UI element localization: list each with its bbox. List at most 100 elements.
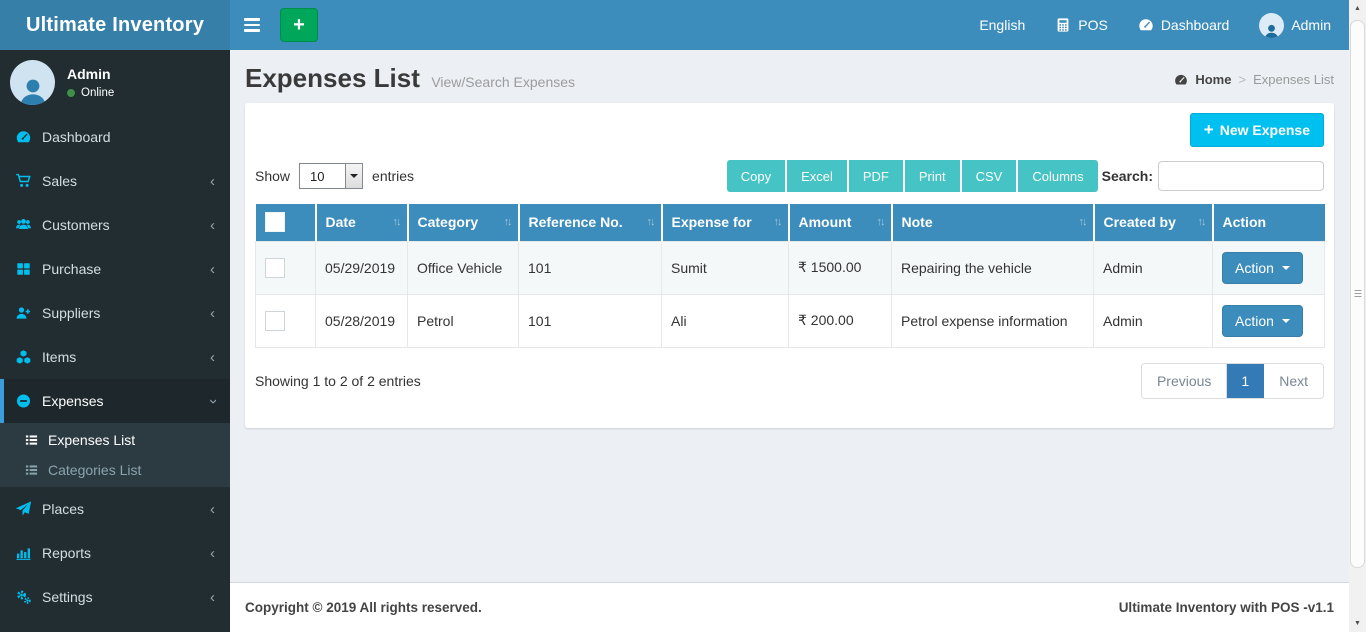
sidebar-item-label: Places [42,501,85,517]
sidebar-toggle-button[interactable] [230,0,274,50]
dashboard-gauge-icon [15,129,32,145]
sidebar-item-dashboard[interactable]: Dashboard [0,115,230,159]
export-pdf-button[interactable]: PDF [848,160,905,192]
sidebar-item-categories-list[interactable]: Categories List [0,455,230,485]
caret-down-icon [1281,265,1290,274]
sidebar-item-suppliers[interactable]: Suppliers ‹ [0,291,230,335]
columns-button[interactable]: Columns [1018,160,1098,192]
cubes-icon [15,349,32,365]
column-header-reference[interactable]: Reference No. ↑↓ [518,204,663,241]
search-label: Search: [1101,168,1153,184]
row-checkbox[interactable] [265,310,285,331]
sort-icon[interactable]: ↑↓ [1198,216,1207,228]
pagination-previous-button[interactable]: Previous [1141,363,1228,398]
cell-expense-for: Ali [661,293,789,348]
submenu-item-label: Expenses List [48,432,136,448]
bar-chart-icon [15,545,32,561]
footer: Copyright © 2019 All rights reserved. Ul… [230,582,1349,632]
sidebar-item-label: Reports [42,545,92,561]
sidebar-item-label: Customers [42,217,110,233]
sidebar-item-items[interactable]: Items ‹ [0,335,230,379]
column-header-amount[interactable]: Amount ↑↓ [788,204,893,241]
column-header-created-by[interactable]: Created by ↑↓ [1093,204,1214,241]
export-excel-button[interactable]: Excel [787,160,849,192]
sidebar-item-purchase[interactable]: Purchase ‹ [0,247,230,291]
sidebar-item-expenses-list[interactable]: Expenses List [0,425,230,455]
sidebar-item-places[interactable]: Places ‹ [0,487,230,531]
cell-created-by: Admin [1093,293,1213,348]
cell-category: Office Vehicle [407,240,519,295]
sort-icon[interactable]: ↑↓ [393,216,402,228]
chevron-left-icon: ‹ [210,216,215,234]
search-input[interactable] [1158,161,1324,191]
row-action-button[interactable]: Action [1222,304,1303,337]
top-header: Ultimate Inventory + English POS Dashboa… [0,0,1349,50]
scrollbar-grip-icon [1354,290,1361,298]
sidebar-item-reports[interactable]: Reports ‹ [0,531,230,575]
breadcrumb-separator: > [1238,72,1247,87]
select-all-checkbox[interactable] [264,212,285,233]
paper-plane-icon [15,501,32,517]
export-button-group: Copy Excel PDF Print CSV Columns [726,160,1098,192]
sort-icon[interactable]: ↑↓ [877,216,886,228]
breadcrumb-home-link[interactable]: Home [1195,72,1231,87]
export-print-button[interactable]: Print [904,160,962,192]
column-header-note[interactable]: Note ↑↓ [891,204,1095,241]
scroll-down-button[interactable]: ▼ [1349,615,1366,632]
app-logo[interactable]: Ultimate Inventory [0,0,230,50]
quick-add-button[interactable]: + [280,8,318,42]
row-checkbox[interactable] [265,257,285,278]
avatar [1259,12,1285,38]
dashboard-gauge-icon [1138,17,1154,33]
sidebar-item-label: Items [42,349,77,365]
language-menu[interactable]: English [979,17,1025,33]
sort-icon[interactable]: ↑↓ [504,216,513,228]
user-panel: Admin Online [0,50,230,115]
expenses-table: Date ↑↓ Category ↑↓ Reference No. ↑↓ Expens… [255,204,1325,348]
scrollbar-thumb[interactable] [1350,20,1365,568]
sidebar-menu: Dashboard Sales ‹ Customers ‹ Purchase ‹ [0,115,230,619]
breadcrumb-current: Expenses List [1253,72,1334,87]
sidebar-item-settings[interactable]: Settings ‹ [0,575,230,619]
scroll-up-button[interactable]: ▲ [1349,0,1366,17]
chevron-down-icon: ‹ [204,398,221,404]
column-header-expense-for[interactable]: Expense for ↑↓ [661,204,790,241]
column-header-date[interactable]: Date ↑↓ [315,204,409,241]
row-action-button[interactable]: Action [1222,251,1303,284]
sidebar-item-sales[interactable]: Sales ‹ [0,159,230,203]
sidebar-item-label: Dashboard [42,129,111,145]
nav-dashboard-label: Dashboard [1160,17,1230,33]
pagination-page-1[interactable]: 1 [1227,363,1265,398]
users-icon [15,217,32,233]
grid-icon [15,261,32,277]
expenses-submenu: Expenses List Categories List [0,423,230,487]
nav-dashboard-link[interactable]: Dashboard [1138,17,1230,33]
sidebar-item-expenses[interactable]: Expenses ‹ [0,379,230,423]
language-label: English [979,17,1026,33]
entries-select[interactable]: 10 [299,163,364,189]
cell-note: Repairing the vehicle [891,240,1094,295]
sort-icon[interactable]: ↑↓ [647,216,656,228]
cell-note: Petrol expense information [891,293,1094,348]
copyright-text: Copyright © 2019 All rights reserved. [245,600,482,615]
sidebar-item-customers[interactable]: Customers ‹ [0,203,230,247]
export-csv-button[interactable]: CSV [961,160,1019,192]
pagination-next-button[interactable]: Next [1264,363,1323,398]
sidebar-item-label: Sales [42,173,78,189]
plus-icon: + [293,13,305,36]
column-header-category[interactable]: Category ↑↓ [407,204,520,241]
select-all-header[interactable] [255,204,317,241]
sort-icon[interactable]: ↑↓ [774,216,783,228]
sort-icon[interactable]: ↑↓ [1079,216,1088,228]
nav-pos-link[interactable]: POS [1055,17,1108,33]
new-expense-button[interactable]: + New Expense [1189,113,1324,147]
page-length-control: Show 10 entries [255,163,414,189]
content-header: Expenses List View/Search Expenses Home … [230,50,1349,103]
export-copy-button[interactable]: Copy [726,160,788,192]
user-menu[interactable]: Admin [1259,12,1331,38]
vertical-scrollbar[interactable]: ▲ ▼ [1349,0,1366,632]
table-info: Showing 1 to 2 of 2 entries [255,372,421,389]
top-navbar: + English POS Dashboard Admin [230,0,1349,50]
caret-down-icon [1281,318,1290,327]
cart-icon [15,173,32,189]
